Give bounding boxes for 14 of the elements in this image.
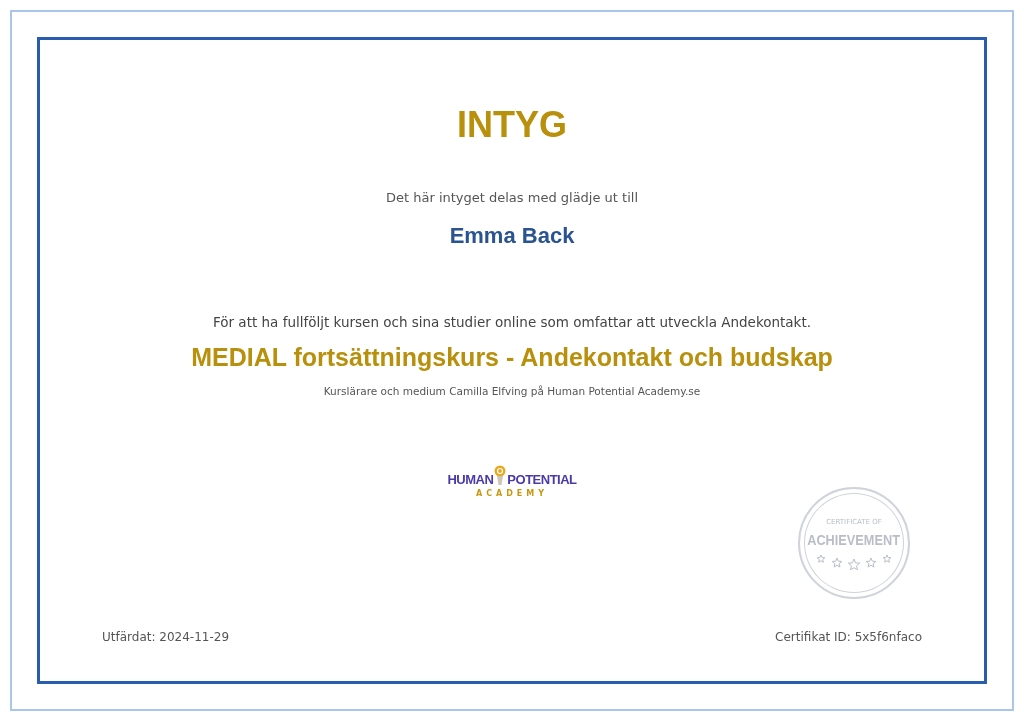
stars-icon	[816, 553, 892, 570]
certificate-title: INTYG	[457, 103, 567, 147]
logo-word: HUMAN	[447, 473, 494, 487]
logo-word: POTENTIAL	[507, 473, 577, 487]
intro-text: Det här intyget delas med glädje ut till	[385, 189, 638, 207]
instructor-text: Kurslärare och medium Camilla Elfving på Human Potential Academy.se	[323, 384, 701, 399]
issued-date: Utfärdat: 2024-11-29	[102, 629, 230, 646]
certificate-id: Certifikat ID: 5x5f6nfaco	[775, 629, 922, 646]
seal-heading: ACHIEVEMENT	[807, 530, 901, 548]
logo-tagline: ACADEMY	[475, 489, 549, 499]
recipient-name: Emma Back	[449, 222, 575, 250]
statement-text: För att ha fullföljt kursen och sina studier online som omfattar att utveckla Andekontakt.	[213, 313, 811, 332]
course-title: MEDIAL fortsättningskurs - Andekontakt och budskap	[191, 342, 833, 373]
lightbulb-icon	[494, 465, 507, 487]
